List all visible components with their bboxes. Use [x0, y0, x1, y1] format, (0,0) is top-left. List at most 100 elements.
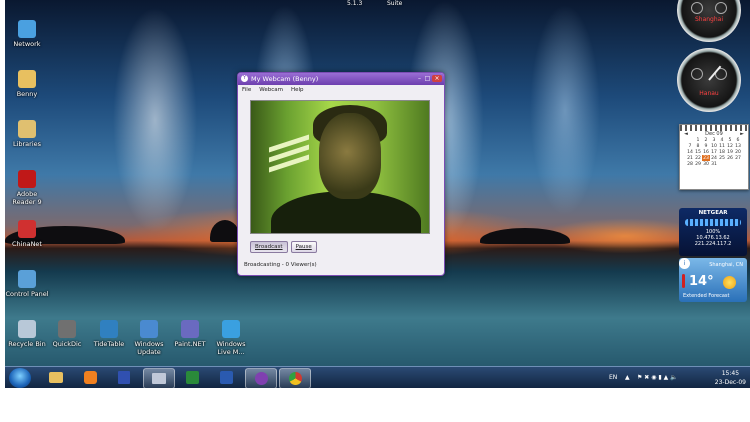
pause-button[interactable]: Pause: [290, 241, 317, 253]
desktop-icon-recycle-bin[interactable]: Recycle Bin: [5, 320, 49, 348]
menu-webcam[interactable]: Webcam: [259, 85, 283, 96]
calendar-day[interactable]: 12: [726, 143, 734, 149]
explorer-taskbar-button[interactable]: [41, 368, 71, 387]
next-month-icon[interactable]: ►: [740, 131, 744, 137]
word-taskbar-button[interactable]: [211, 368, 241, 387]
yahoo-messenger-icon: [254, 372, 268, 385]
extended-forecast-link[interactable]: Extended Forecast: [683, 293, 730, 299]
webcam-video-feed: [250, 100, 430, 234]
calendar-day[interactable]: 28: [686, 161, 694, 167]
clock-city-label: Hanau: [699, 90, 719, 97]
calendar-day[interactable]: 31: [710, 161, 718, 167]
taskbar: EN ▲ ⚑ ✖ ◉ ▮ ▲ 🔈 15:45 23-Dec-09: [5, 366, 750, 388]
control-panel-icon: [18, 270, 36, 288]
webcam-window[interactable]: Y My Webcam (Benny) – □ × File Webcam He…: [237, 72, 445, 276]
desktop-icon-label: Libraries: [12, 140, 42, 148]
desktop-icon-label: Adobe Reader 9: [12, 190, 42, 206]
chrome-taskbar-button[interactable]: [279, 368, 311, 388]
chinanet-icon: [18, 220, 36, 238]
calendar-day: [734, 161, 742, 167]
desktop-icon-network[interactable]: Network: [5, 20, 49, 48]
webcam-window-titlebar[interactable]: Y My Webcam (Benny) – □ ×: [238, 73, 444, 85]
clock-subdial: [691, 68, 703, 80]
calendar-day[interactable]: 10: [710, 143, 718, 149]
menu-help[interactable]: Help: [291, 85, 304, 96]
calendar-day[interactable]: 27: [734, 155, 742, 161]
calendar-day[interactable]: 13: [734, 143, 742, 149]
calendar-day[interactable]: 22: [694, 155, 702, 161]
calendar-day[interactable]: 24: [710, 155, 718, 161]
taskbar-time: 15:45: [721, 370, 740, 377]
desktop-icon-tidetable[interactable]: TideTable: [87, 320, 131, 348]
netgear-gadget[interactable]: NETGEAR 100% 10.476.13.62 221.224.117.2: [679, 208, 747, 256]
desktop-icon-libraries[interactable]: Libraries: [5, 120, 49, 148]
desktop-icon-windows-update[interactable]: Windows Update: [127, 320, 171, 356]
calendar-day[interactable]: 16: [702, 149, 710, 155]
desktop-icon-windows-live[interactable]: Windows Live M...: [209, 320, 253, 356]
app-taskbar-button[interactable]: [109, 368, 139, 387]
calendar-day[interactable]: 26: [726, 155, 734, 161]
start-button[interactable]: [9, 368, 31, 388]
window-taskbar-button[interactable]: [143, 368, 175, 388]
calendar-day[interactable]: 21: [686, 155, 694, 161]
desktop-icon-control-panel[interactable]: Control Panel: [5, 270, 49, 298]
calendar-day[interactable]: 29: [694, 161, 702, 167]
desktop: 5.1.3 Suite Network Benny Libraries Adob…: [5, 0, 750, 388]
clock-gadget-shanghai[interactable]: Shanghai: [677, 0, 741, 42]
weather-gadget[interactable]: i Shanghai, CN 14° Extended Forecast: [679, 258, 747, 302]
chrome-icon: [288, 372, 302, 385]
desktop-icon-chinanet[interactable]: ChinaNet: [5, 220, 49, 248]
webcam-menubar: File Webcam Help: [238, 85, 444, 96]
desktop-icon-benny[interactable]: Benny: [5, 70, 49, 98]
desktop-icon-label: TideTable: [93, 340, 125, 348]
broadcast-status: Broadcasting - 0 Viewer(s): [244, 262, 317, 268]
person-face: [319, 113, 381, 199]
media-player-taskbar-button[interactable]: [75, 368, 105, 387]
desktop-icon-quickdic[interactable]: QuickDic: [45, 320, 89, 348]
excel-taskbar-button[interactable]: [177, 368, 207, 387]
menu-file[interactable]: File: [242, 85, 251, 96]
calendar-day[interactable]: 18: [718, 149, 726, 155]
calendar-day[interactable]: 20: [734, 149, 742, 155]
maximize-icon[interactable]: □: [424, 75, 431, 82]
taskbar-clock[interactable]: 15:45 23-Dec-09: [715, 369, 746, 387]
clock-gadget-hanau[interactable]: Hanau: [677, 48, 741, 112]
minimize-icon[interactable]: –: [416, 75, 423, 82]
yahoo-messenger-taskbar-button[interactable]: [245, 368, 277, 388]
windows-update-icon: [140, 320, 158, 338]
tray-icons[interactable]: ⚑ ✖ ◉ ▮ ▲ 🔈: [637, 367, 678, 388]
language-indicator[interactable]: EN: [609, 367, 617, 388]
desktop-icon-label: Paint.NET: [174, 340, 206, 348]
desktop-icon-label: Windows Live M...: [216, 340, 246, 356]
folder-icon: [49, 372, 63, 383]
top-label-version: 5.1.3: [347, 0, 363, 7]
media-player-icon: [83, 371, 97, 384]
recycle-bin-icon: [18, 320, 36, 338]
desktop-icon-adobe-reader[interactable]: Adobe Reader 9: [5, 170, 49, 206]
calendar-day[interactable]: 14: [686, 149, 694, 155]
close-icon[interactable]: ×: [432, 75, 442, 82]
calendar-day[interactable]: 23: [702, 155, 710, 161]
desktop-icon-label: Recycle Bin: [8, 340, 46, 348]
excel-icon: [185, 371, 199, 384]
weather-info-icon[interactable]: i: [679, 258, 690, 269]
desktop-icon-paint-net[interactable]: Paint.NET: [168, 320, 212, 348]
clock-subdial: [691, 2, 703, 14]
calendar-day[interactable]: 15: [694, 149, 702, 155]
calendar-day[interactable]: 19: [726, 149, 734, 155]
libraries-icon: [18, 120, 36, 138]
island-right: [480, 228, 570, 244]
prev-month-icon[interactable]: ◄: [684, 131, 688, 137]
show-hidden-icons-icon[interactable]: ▲: [625, 367, 630, 388]
desktop-icon-label: QuickDic: [52, 340, 82, 348]
tidetable-icon: [100, 320, 118, 338]
webcam-window-title: My Webcam (Benny): [251, 75, 319, 83]
calendar-day[interactable]: 17: [710, 149, 718, 155]
calendar-day[interactable]: 25: [718, 155, 726, 161]
desktop-icon-label: Network: [13, 40, 41, 48]
calendar-day[interactable]: 11: [718, 143, 726, 149]
calendar-gadget[interactable]: ◄ Dec 09 ► 1 2 3 4 5 6 7 8 9 10 11 12 13 14 15 16 17 18 19…: [679, 124, 749, 190]
calendar-day[interactable]: 30: [702, 161, 710, 167]
calendar-grid: 1 2 3 4 5 6 7 8 9 10 11 12 13 14 15 16 17 18 19 20 21 22 23 24 2…: [686, 137, 742, 167]
broadcast-button[interactable]: Broadcast: [250, 241, 288, 253]
